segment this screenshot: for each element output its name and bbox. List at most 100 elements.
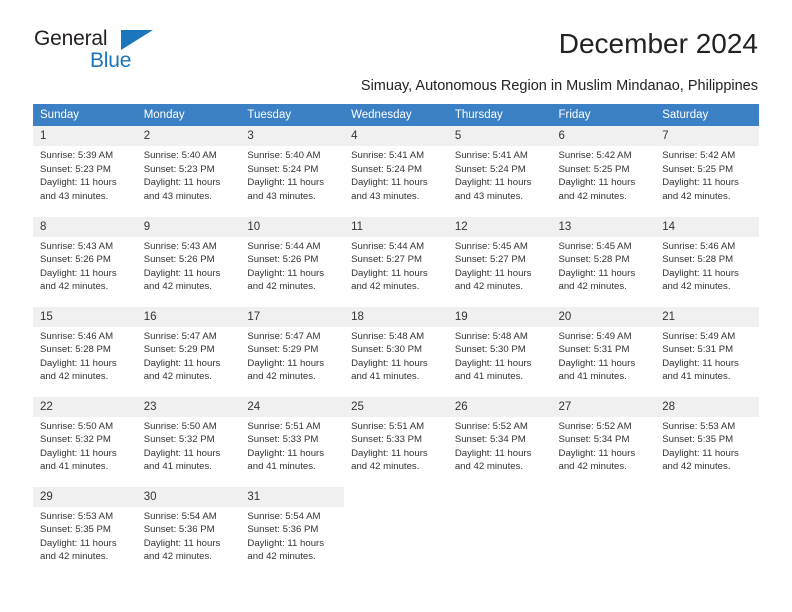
day-cell[interactable]: 17 Sunrise: 5:47 AM Sunset: 5:29 PM Dayl… (240, 306, 345, 397)
calendar-week-row: 1 Sunrise: 5:39 AM Sunset: 5:23 PM Dayli… (33, 126, 759, 217)
daylight-text-line1: Daylight: 11 hours (662, 177, 739, 189)
daylight-text-line1: Daylight: 11 hours (143, 267, 221, 279)
daylight-text-line2: and 41 minutes. (454, 371, 524, 383)
day-number: 2 (136, 126, 241, 146)
day-details: Sunrise: 5:52 AM Sunset: 5:34 PM Dayligh… (448, 417, 552, 474)
sunset-text: Sunset: 5:25 PM (662, 163, 734, 175)
sunset-text: Sunset: 5:28 PM (662, 254, 734, 266)
daylight-text-line2: and 41 minutes. (40, 461, 109, 473)
daylight-text-line2: and 43 minutes. (247, 190, 316, 202)
day-cell[interactable]: 11 Sunrise: 5:44 AM Sunset: 5:27 PM Dayl… (344, 216, 448, 307)
sunset-text: Sunset: 5:36 PM (143, 524, 215, 536)
day-number: 29 (33, 486, 137, 507)
sunset-text: Sunset: 5:31 PM (558, 344, 630, 356)
day-cell[interactable]: 6 Sunrise: 5:42 AM Sunset: 5:25 PM Dayli… (551, 126, 656, 217)
daylight-text-line2: and 43 minutes. (143, 190, 212, 202)
weekday-header-monday: Monday (136, 104, 241, 126)
sunset-text: Sunset: 5:28 PM (40, 344, 111, 356)
day-details: Sunrise: 5:41 AM Sunset: 5:24 PM Dayligh… (344, 146, 448, 203)
sunset-text: Sunset: 5:24 PM (454, 163, 526, 175)
daylight-text-line2: and 42 minutes. (143, 371, 212, 383)
daylight-text-line1: Daylight: 11 hours (143, 447, 221, 459)
daylight-text-line2: and 43 minutes. (351, 190, 420, 202)
day-cell[interactable]: 7 Sunrise: 5:42 AM Sunset: 5:25 PM Dayli… (655, 126, 759, 217)
day-cell[interactable]: 4 Sunrise: 5:41 AM Sunset: 5:24 PM Dayli… (344, 126, 448, 217)
day-cell[interactable]: 9 Sunrise: 5:43 AM Sunset: 5:26 PM Dayli… (136, 216, 241, 307)
day-number (344, 486, 448, 507)
sunrise-text: Sunrise: 5:50 AM (143, 420, 217, 432)
sunset-text: Sunset: 5:24 PM (247, 163, 319, 175)
day-cell[interactable]: 20 Sunrise: 5:49 AM Sunset: 5:31 PM Dayl… (551, 306, 656, 397)
sunrise-text: Sunrise: 5:46 AM (40, 330, 114, 342)
day-number: 12 (447, 216, 552, 237)
sunset-text: Sunset: 5:26 PM (143, 254, 215, 266)
daylight-text-line2: and 42 minutes. (454, 461, 524, 473)
sunrise-text: Sunrise: 5:52 AM (454, 420, 528, 432)
sunrise-text: Sunrise: 5:53 AM (662, 420, 736, 432)
day-number: 24 (240, 396, 345, 417)
daylight-text-line2: and 41 minutes. (558, 371, 627, 383)
day-cell[interactable]: 22 Sunrise: 5:50 AM Sunset: 5:32 PM Dayl… (33, 396, 137, 487)
daylight-text-line1: Daylight: 11 hours (662, 447, 739, 459)
day-cell[interactable]: 1 Sunrise: 5:39 AM Sunset: 5:23 PM Dayli… (33, 126, 137, 217)
day-number: 23 (136, 396, 241, 417)
sunset-text: Sunset: 5:34 PM (454, 434, 526, 446)
day-cell[interactable]: 28 Sunrise: 5:53 AM Sunset: 5:35 PM Dayl… (655, 396, 759, 487)
calendar-week-row: 15 Sunrise: 5:46 AM Sunset: 5:28 PM Dayl… (33, 306, 759, 397)
daylight-text-line2: and 42 minutes. (247, 551, 316, 563)
day-cell[interactable]: 13 Sunrise: 5:45 AM Sunset: 5:28 PM Dayl… (551, 216, 656, 307)
day-cell[interactable]: 12 Sunrise: 5:45 AM Sunset: 5:27 PM Dayl… (447, 216, 552, 307)
logo-text-blue: Blue (90, 49, 132, 72)
sunset-text: Sunset: 5:26 PM (247, 254, 319, 266)
sunrise-text: Sunrise: 5:47 AM (247, 330, 321, 342)
day-number: 8 (33, 216, 137, 237)
sunset-text: Sunset: 5:29 PM (247, 344, 319, 356)
day-details: Sunrise: 5:53 AM Sunset: 5:35 PM Dayligh… (655, 417, 759, 474)
day-number: 27 (551, 396, 656, 417)
day-cell[interactable]: 5 Sunrise: 5:41 AM Sunset: 5:24 PM Dayli… (447, 126, 552, 217)
day-cell[interactable]: 30 Sunrise: 5:54 AM Sunset: 5:36 PM Dayl… (136, 486, 241, 576)
day-details: Sunrise: 5:40 AM Sunset: 5:24 PM Dayligh… (240, 146, 344, 203)
day-cell[interactable]: 16 Sunrise: 5:47 AM Sunset: 5:29 PM Dayl… (136, 306, 241, 397)
day-cell[interactable]: 31 Sunrise: 5:54 AM Sunset: 5:36 PM Dayl… (240, 486, 345, 576)
sunrise-text: Sunrise: 5:44 AM (351, 240, 425, 252)
daylight-text-line2: and 41 minutes. (662, 371, 731, 383)
day-details: Sunrise: 5:49 AM Sunset: 5:31 PM Dayligh… (655, 327, 759, 384)
general-blue-logo[interactable]: General Blue (34, 28, 214, 76)
day-cell[interactable]: 10 Sunrise: 5:44 AM Sunset: 5:26 PM Dayl… (240, 216, 345, 307)
day-cell[interactable]: 19 Sunrise: 5:48 AM Sunset: 5:30 PM Dayl… (447, 306, 552, 397)
sunset-text: Sunset: 5:29 PM (143, 344, 215, 356)
day-cell[interactable]: 24 Sunrise: 5:51 AM Sunset: 5:33 PM Dayl… (240, 396, 345, 487)
daylight-text-line1: Daylight: 11 hours (143, 177, 221, 189)
sunrise-text: Sunrise: 5:53 AM (40, 510, 114, 522)
day-cell[interactable]: 2 Sunrise: 5:40 AM Sunset: 5:23 PM Dayli… (136, 126, 241, 217)
calendar-week-row: 22 Sunrise: 5:50 AM Sunset: 5:32 PM Dayl… (33, 396, 759, 487)
day-cell[interactable]: 14 Sunrise: 5:46 AM Sunset: 5:28 PM Dayl… (655, 216, 759, 307)
day-details: Sunrise: 5:54 AM Sunset: 5:36 PM Dayligh… (137, 507, 241, 564)
calendar-page: General Blue December 2024 Simuay, Auton… (0, 0, 792, 612)
sunrise-text: Sunrise: 5:39 AM (40, 150, 114, 161)
sunset-text: Sunset: 5:30 PM (351, 344, 423, 356)
day-cell[interactable]: 23 Sunrise: 5:50 AM Sunset: 5:32 PM Dayl… (136, 396, 241, 487)
day-cell[interactable]: 27 Sunrise: 5:52 AM Sunset: 5:34 PM Dayl… (551, 396, 656, 487)
day-cell[interactable]: 8 Sunrise: 5:43 AM Sunset: 5:26 PM Dayli… (33, 216, 137, 307)
day-number: 31 (240, 486, 345, 507)
daylight-text-line1: Daylight: 11 hours (247, 267, 325, 279)
day-cell[interactable]: 25 Sunrise: 5:51 AM Sunset: 5:33 PM Dayl… (344, 396, 448, 487)
day-details: Sunrise: 5:51 AM Sunset: 5:33 PM Dayligh… (344, 417, 448, 474)
sunset-text: Sunset: 5:27 PM (454, 254, 526, 266)
day-details: Sunrise: 5:40 AM Sunset: 5:23 PM Dayligh… (137, 146, 241, 203)
daylight-text-line2: and 42 minutes. (558, 281, 627, 293)
day-cell[interactable]: 18 Sunrise: 5:48 AM Sunset: 5:30 PM Dayl… (344, 306, 448, 397)
day-cell[interactable]: 26 Sunrise: 5:52 AM Sunset: 5:34 PM Dayl… (447, 396, 552, 487)
day-cell[interactable]: 29 Sunrise: 5:53 AM Sunset: 5:35 PM Dayl… (33, 486, 137, 576)
sunset-text: Sunset: 5:30 PM (454, 344, 526, 356)
sunrise-text: Sunrise: 5:41 AM (454, 150, 528, 161)
day-cell[interactable]: 21 Sunrise: 5:49 AM Sunset: 5:31 PM Dayl… (655, 306, 759, 397)
day-details: Sunrise: 5:45 AM Sunset: 5:28 PM Dayligh… (552, 237, 656, 294)
sunrise-text: Sunrise: 5:49 AM (558, 330, 632, 342)
day-cell[interactable]: 15 Sunrise: 5:46 AM Sunset: 5:28 PM Dayl… (33, 306, 137, 397)
day-number: 17 (240, 306, 345, 327)
day-cell[interactable]: 3 Sunrise: 5:40 AM Sunset: 5:24 PM Dayli… (240, 126, 345, 217)
daylight-text-line1: Daylight: 11 hours (247, 357, 325, 369)
